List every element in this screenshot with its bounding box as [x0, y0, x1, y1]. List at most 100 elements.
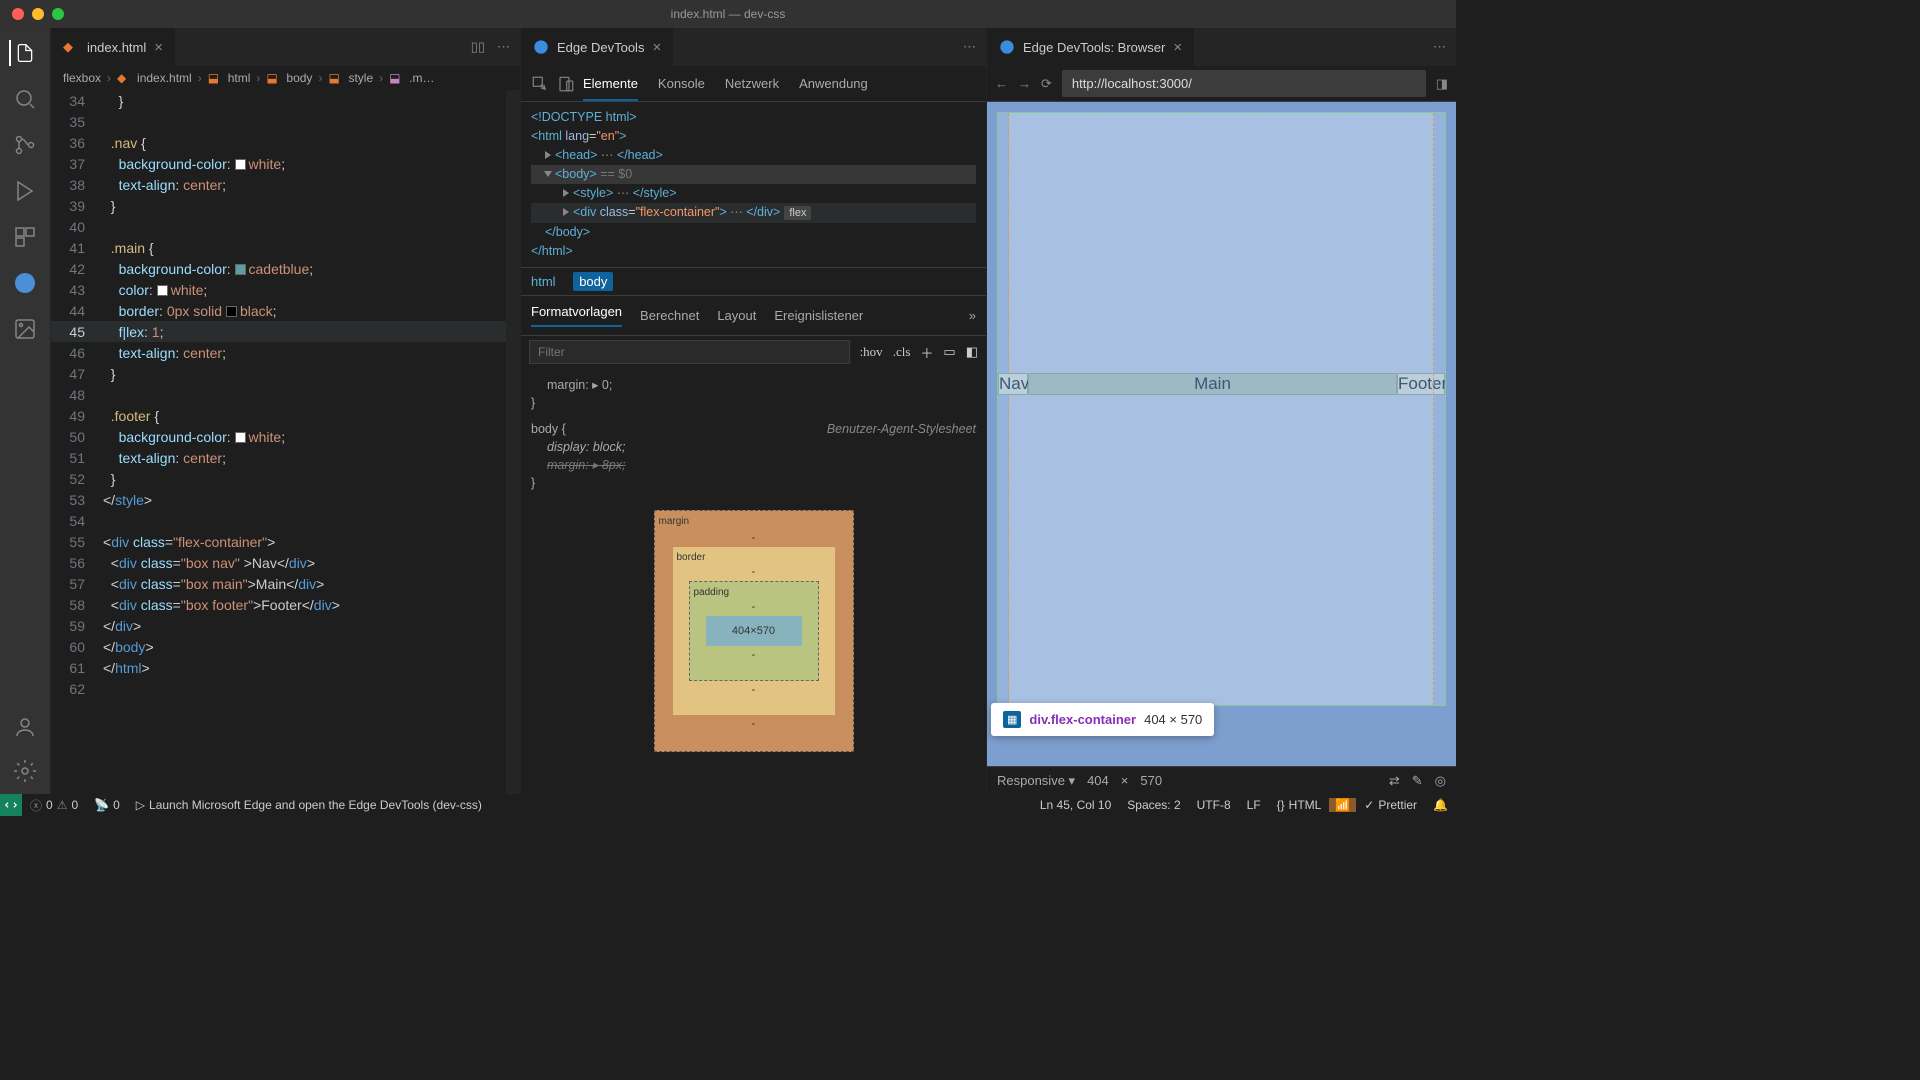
- device-icon[interactable]: ▭: [943, 344, 955, 360]
- target-icon[interactable]: ◎: [1435, 773, 1446, 789]
- dom-tree[interactable]: <!DOCTYPE html> <html lang="en"> <head> …: [521, 102, 986, 267]
- run-debug-icon[interactable]: [12, 178, 38, 204]
- breadcrumb[interactable]: flexbox› ◆index.html› ⬓html› ⬓body› ⬓sty…: [51, 66, 520, 90]
- maximize-icon[interactable]: [52, 8, 64, 20]
- edge-tools-icon[interactable]: [12, 270, 38, 296]
- dom-breadcrumb[interactable]: html body: [521, 267, 986, 295]
- forward-icon[interactable]: →: [1018, 76, 1031, 91]
- new-rule-icon[interactable]: ＋: [920, 343, 933, 362]
- reload-icon[interactable]: ⟳: [1041, 76, 1052, 92]
- tab-edge-browser[interactable]: Edge DevTools: Browser ×: [987, 28, 1195, 66]
- activity-bar: [0, 28, 50, 794]
- tab-label: Edge DevTools: Browser: [1023, 40, 1165, 55]
- inspect-icon[interactable]: ◨: [1436, 76, 1448, 92]
- source-control-icon[interactable]: [12, 132, 38, 158]
- edge-icon: [533, 39, 549, 55]
- close-icon[interactable]: ×: [1173, 39, 1182, 56]
- box-footer: Footer: [1397, 373, 1445, 395]
- browser-pane: Edge DevTools: Browser × ⋯ ← → ⟳ http://…: [986, 28, 1456, 794]
- styles-toolbar: :hov .cls ＋ ▭ ◧: [521, 335, 986, 368]
- main-area: ◆ index.html × ▯▯ ⋯ flexbox› ◆index.html…: [0, 28, 1456, 794]
- more-icon[interactable]: ⋯: [497, 39, 510, 55]
- go-live[interactable]: 📶: [1329, 798, 1356, 812]
- url-input[interactable]: http://localhost:3000/: [1062, 70, 1426, 97]
- extensions-icon[interactable]: [12, 224, 38, 250]
- flex-row: Nav Main Footer: [998, 373, 1445, 395]
- minimize-icon[interactable]: [32, 8, 44, 20]
- image-preview-icon[interactable]: [12, 316, 38, 342]
- hov-toggle[interactable]: :hov: [860, 344, 883, 360]
- inspect-icon[interactable]: [531, 75, 549, 93]
- launch-hint[interactable]: ▷Launch Microsoft Edge and open the Edge…: [128, 798, 490, 812]
- eyedropper-icon[interactable]: ✎: [1412, 773, 1423, 789]
- height-value[interactable]: 570: [1140, 773, 1162, 788]
- indentation[interactable]: Spaces: 2: [1119, 798, 1188, 812]
- tab-konsole[interactable]: Konsole: [658, 76, 705, 92]
- styles-rules[interactable]: margin: ▸ 0; } body {Benutzer-Agent-Styl…: [521, 368, 986, 778]
- search-icon[interactable]: [12, 86, 38, 112]
- more-icon[interactable]: ⋯: [963, 39, 976, 55]
- accounts-icon[interactable]: [12, 714, 38, 740]
- panel-icon[interactable]: ◧: [966, 344, 978, 360]
- devtools-pane: Edge DevTools × ⋯ Elemente Konsole Netzw…: [520, 28, 986, 794]
- tab-elemente[interactable]: Elemente: [583, 76, 638, 101]
- tab-layout[interactable]: Layout: [717, 308, 756, 323]
- tab-netzwerk[interactable]: Netzwerk: [725, 76, 779, 92]
- settings-icon[interactable]: [12, 758, 38, 784]
- close-icon[interactable]: ×: [154, 39, 163, 56]
- devtools-tabs: Elemente Konsole Netzwerk Anwendung: [583, 76, 868, 92]
- notifications-icon[interactable]: 🔔: [1425, 798, 1456, 812]
- errors[interactable]: ⓧ0⚠0: [22, 797, 86, 814]
- minimap[interactable]: [506, 90, 520, 794]
- browser-nav-bar: ← → ⟳ http://localhost:3000/ ◨: [987, 66, 1456, 102]
- status-bar: ⓧ0⚠0 📡0 ▷Launch Microsoft Edge and open …: [0, 794, 1456, 816]
- titlebar: index.html — dev-css: [0, 0, 1456, 28]
- device-toggle-icon[interactable]: [557, 75, 575, 93]
- back-icon[interactable]: ←: [995, 76, 1008, 91]
- element-highlight: Nav Main Footer: [997, 112, 1446, 706]
- devtools-toolbar: Elemente Konsole Netzwerk Anwendung: [521, 66, 986, 102]
- remote-icon[interactable]: [0, 794, 22, 816]
- responsive-bar: Responsive ▾ 404 × 570 ⇄ ✎ ◎: [987, 766, 1456, 794]
- width-value[interactable]: 404: [1087, 773, 1109, 788]
- tab-formatvorlagen[interactable]: Formatvorlagen: [531, 304, 622, 327]
- code-editor[interactable]: 34 }3536 .nav {37 background-color: whit…: [51, 90, 520, 794]
- editor-tabs: ◆ index.html × ▯▯ ⋯: [51, 28, 520, 66]
- browser-tabs: Edge DevTools: Browser × ⋯: [987, 28, 1456, 66]
- eol[interactable]: LF: [1239, 798, 1269, 812]
- styles-filter-input[interactable]: [529, 340, 850, 364]
- close-icon[interactable]: [12, 8, 24, 20]
- devtools-tabs-bar: Edge DevTools × ⋯: [521, 28, 986, 66]
- split-editor-icon[interactable]: ▯▯: [471, 39, 485, 55]
- browser-viewportw: Nav Main Footer ▦ div.flex-container 404…: [987, 102, 1456, 766]
- close-icon[interactable]: ×: [652, 39, 661, 56]
- box-nav: Nav: [998, 373, 1028, 395]
- tab-index-html[interactable]: ◆ index.html ×: [51, 28, 176, 66]
- more-tabs-icon[interactable]: »: [969, 308, 976, 323]
- rotate-icon[interactable]: ⇄: [1389, 773, 1400, 789]
- encoding[interactable]: UTF-8: [1189, 798, 1239, 812]
- more-icon[interactable]: ⋯: [1433, 39, 1446, 55]
- box-main: Main: [1028, 373, 1397, 395]
- port[interactable]: 📡0: [86, 798, 128, 812]
- language-mode[interactable]: {} HTML: [1269, 798, 1330, 812]
- edge-icon: [999, 39, 1015, 55]
- prettier[interactable]: ✓ Prettier: [1356, 798, 1425, 812]
- html-file-icon: ◆: [63, 39, 79, 55]
- tab-anwendung[interactable]: Anwendung: [799, 76, 868, 92]
- window-title: index.html — dev-css: [671, 7, 786, 21]
- tab-berechnet[interactable]: Berechnet: [640, 308, 699, 323]
- tab-label: Edge DevTools: [557, 40, 644, 55]
- explorer-icon[interactable]: [9, 40, 35, 66]
- tab-edge-devtools[interactable]: Edge DevTools ×: [521, 28, 674, 66]
- tab-ereignislistener[interactable]: Ereignislistener: [774, 308, 863, 323]
- cursor-position[interactable]: Ln 45, Col 10: [1032, 798, 1119, 812]
- editor-pane: ◆ index.html × ▯▯ ⋯ flexbox› ◆index.html…: [50, 28, 520, 794]
- editor-panes: ◆ index.html × ▯▯ ⋯ flexbox› ◆index.html…: [50, 28, 1456, 794]
- grid-icon: ▦: [1003, 711, 1021, 728]
- cls-toggle[interactable]: .cls: [893, 344, 911, 360]
- responsive-dropdown[interactable]: Responsive ▾: [997, 773, 1075, 789]
- styles-tabs: Formatvorlagen Berechnet Layout Ereignis…: [521, 295, 986, 335]
- window-controls: [12, 8, 64, 20]
- dimension-sep: ×: [1121, 773, 1129, 788]
